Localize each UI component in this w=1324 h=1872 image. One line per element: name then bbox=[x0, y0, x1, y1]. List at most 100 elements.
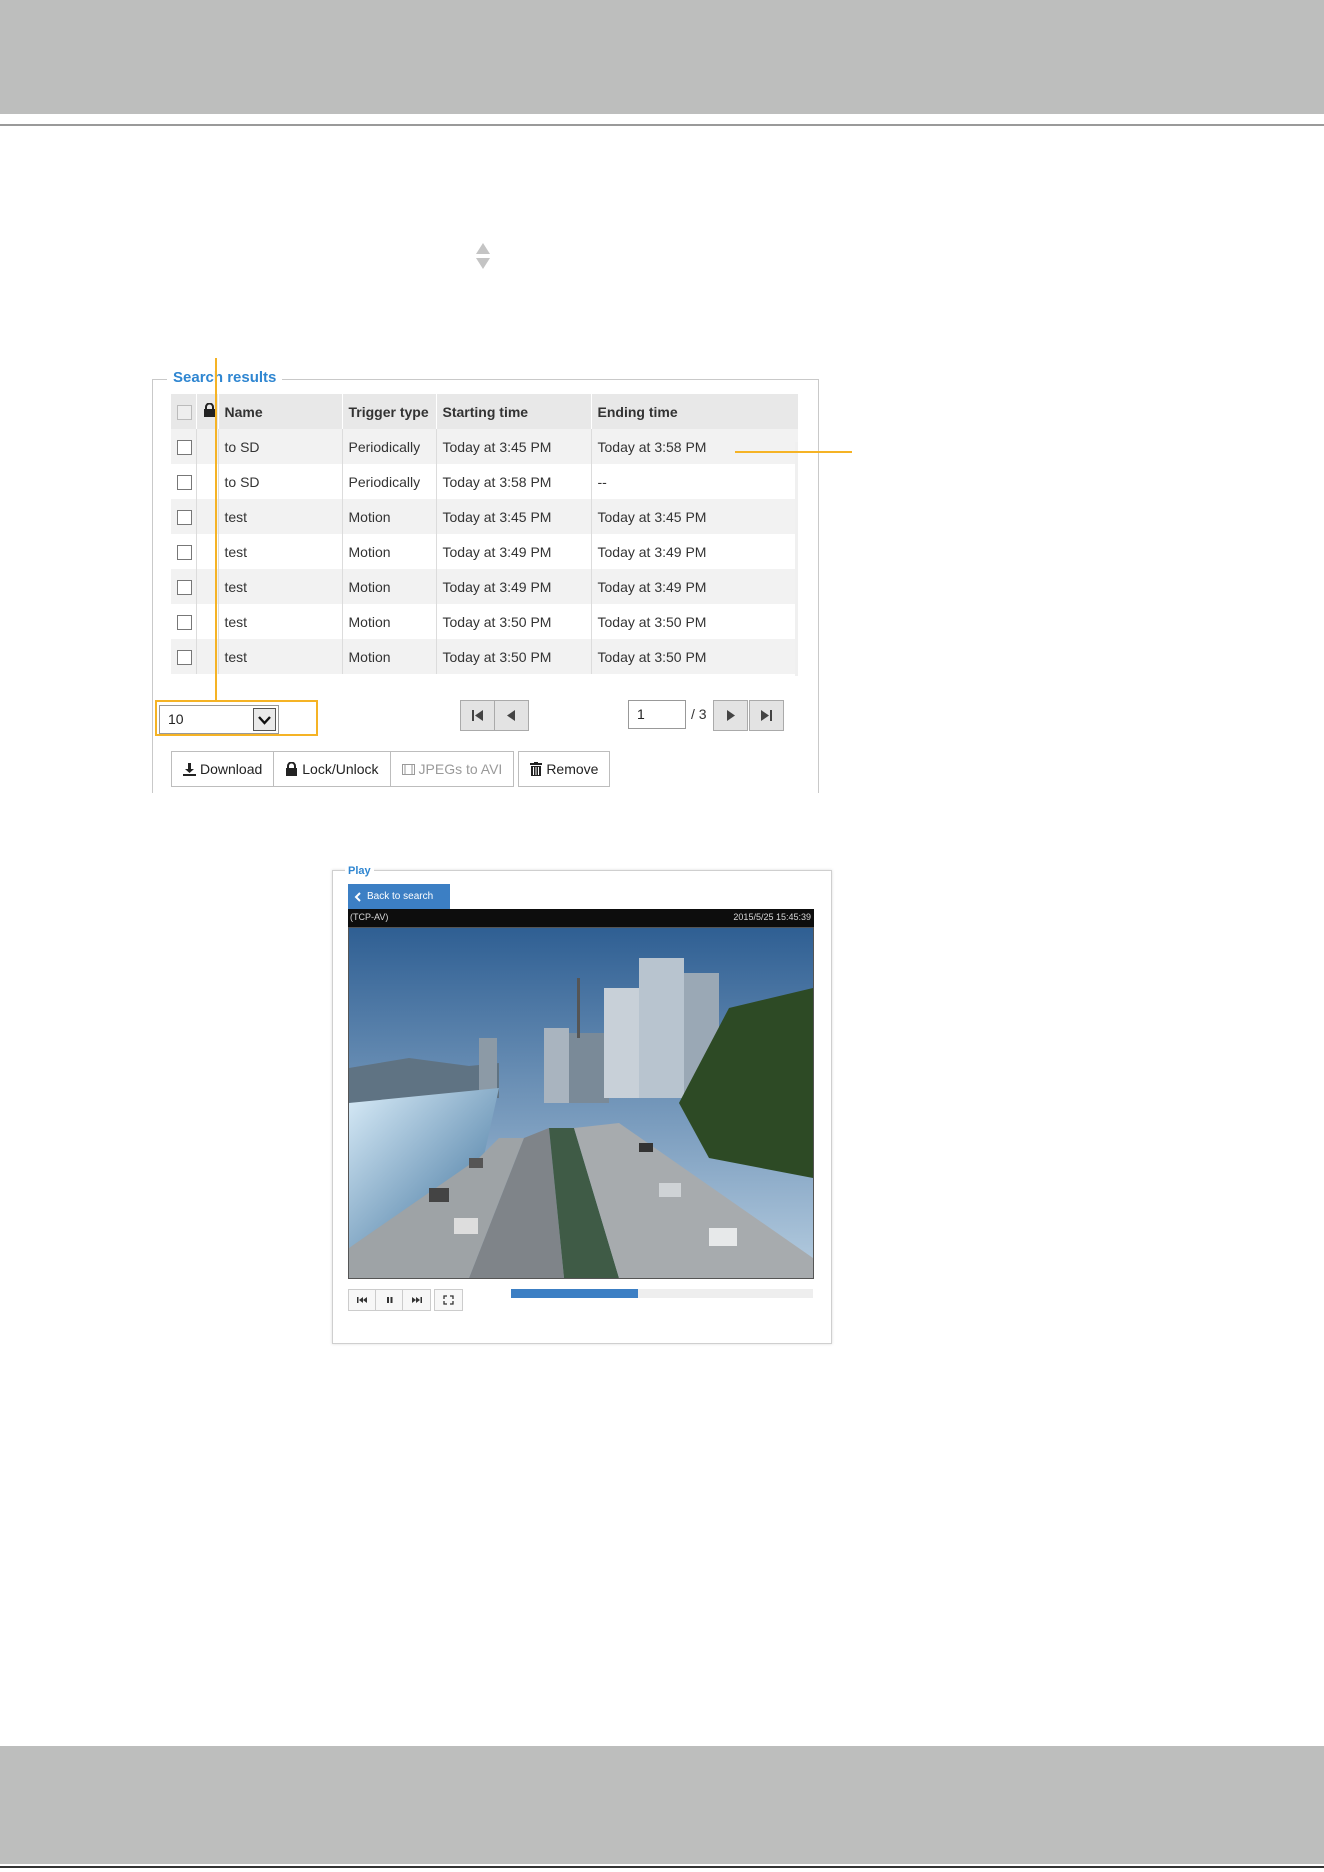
annotation-line-page-size bbox=[215, 358, 217, 700]
row-name: test bbox=[218, 499, 343, 534]
row-checkbox-cell[interactable] bbox=[171, 569, 197, 604]
row-ending-time: Today at 3:50 PM bbox=[591, 604, 798, 639]
row-starting-time: Today at 3:45 PM bbox=[436, 499, 592, 534]
video-timestamp: 2015/5/25 15:45:39 bbox=[733, 912, 811, 922]
fullscreen-button[interactable] bbox=[434, 1289, 463, 1311]
row-starting-time: Today at 3:45 PM bbox=[436, 429, 592, 464]
row-checkbox-cell[interactable] bbox=[171, 499, 197, 534]
table-row[interactable]: to SD Periodically Today at 3:58 PM -- bbox=[171, 464, 798, 499]
row-trigger-type: Motion bbox=[342, 569, 437, 604]
last-page-button[interactable] bbox=[749, 700, 784, 731]
lock-icon bbox=[203, 402, 215, 417]
row-checkbox-cell[interactable] bbox=[171, 464, 197, 499]
select-all-checkbox[interactable] bbox=[177, 404, 192, 420]
play-panel: Play Back to search (TCP-AV) 2015/5/25 1… bbox=[332, 865, 832, 1344]
column-header-ending-time[interactable]: Ending time bbox=[591, 394, 798, 429]
row-trigger-type: Motion bbox=[342, 604, 437, 639]
footer-band bbox=[0, 1746, 1324, 1864]
first-page-button[interactable] bbox=[460, 700, 495, 731]
header-band bbox=[0, 0, 1324, 114]
row-checkbox-cell[interactable] bbox=[171, 534, 197, 569]
annotation-highlight-page-size bbox=[155, 700, 318, 736]
row-trigger-type: Motion bbox=[342, 639, 437, 674]
table-row[interactable]: to SD Periodically Today at 3:45 PM Toda… bbox=[171, 429, 798, 464]
row-starting-time: Today at 3:50 PM bbox=[436, 639, 592, 674]
page-number-input[interactable]: 1 bbox=[628, 700, 686, 729]
playback-progress-bar[interactable] bbox=[511, 1289, 813, 1298]
play-legend: Play bbox=[345, 865, 374, 877]
search-results-legend: Search results bbox=[167, 369, 283, 386]
previous-page-icon bbox=[507, 710, 515, 721]
annotation-line-scrollbar bbox=[735, 451, 852, 453]
remove-label: Remove bbox=[546, 761, 599, 777]
row-trigger-type: Motion bbox=[342, 499, 437, 534]
table-row[interactable]: test Motion Today at 3:50 PM Today at 3:… bbox=[171, 604, 798, 639]
pause-button[interactable] bbox=[375, 1289, 404, 1311]
row-name: test bbox=[218, 569, 343, 604]
download-button[interactable]: Download bbox=[171, 751, 275, 787]
lock-unlock-label: Lock/Unlock bbox=[302, 761, 379, 777]
jpegs-to-avi-label: JPEGs to AVI bbox=[418, 761, 503, 777]
row-checkbox[interactable] bbox=[177, 579, 192, 595]
column-header-name[interactable]: Name bbox=[218, 394, 343, 429]
row-checkbox[interactable] bbox=[177, 544, 192, 560]
last-page-icon bbox=[761, 710, 772, 721]
row-checkbox[interactable] bbox=[177, 649, 192, 665]
back-to-search-button[interactable]: Back to search bbox=[348, 884, 450, 909]
results-scrollbar[interactable] bbox=[795, 442, 798, 676]
row-checkbox[interactable] bbox=[177, 439, 192, 455]
trash-icon bbox=[530, 762, 543, 776]
column-header-starting-time[interactable]: Starting time bbox=[436, 394, 592, 429]
next-page-button[interactable] bbox=[713, 700, 748, 731]
row-ending-time: Today at 3:49 PM bbox=[591, 569, 798, 604]
select-all-header[interactable] bbox=[171, 394, 197, 429]
film-icon bbox=[401, 763, 415, 775]
row-checkbox-cell[interactable] bbox=[171, 429, 197, 464]
table-header-row: Name Trigger type Starting time Ending t… bbox=[171, 394, 798, 429]
previous-page-button[interactable] bbox=[494, 700, 529, 731]
row-checkbox[interactable] bbox=[177, 614, 192, 630]
chevron-left-icon bbox=[354, 891, 361, 902]
row-name: test bbox=[218, 604, 343, 639]
skip-forward-icon bbox=[412, 1297, 422, 1303]
row-ending-time: Today at 3:45 PM bbox=[591, 499, 798, 534]
stream-label: (TCP-AV) bbox=[350, 912, 389, 922]
row-name: test bbox=[218, 639, 343, 674]
row-ending-time: Today at 3:49 PM bbox=[591, 534, 798, 569]
row-checkbox[interactable] bbox=[177, 509, 192, 525]
first-page-icon bbox=[472, 710, 483, 721]
skip-forward-button[interactable] bbox=[402, 1289, 431, 1311]
table-row[interactable]: test Motion Today at 3:49 PM Today at 3:… bbox=[171, 534, 798, 569]
video-header: (TCP-AV) 2015/5/25 15:45:39 bbox=[348, 909, 814, 927]
pause-icon bbox=[387, 1297, 393, 1303]
row-ending-time: Today at 3:50 PM bbox=[591, 639, 798, 674]
row-checkbox[interactable] bbox=[177, 474, 192, 490]
row-name: test bbox=[218, 534, 343, 569]
row-starting-time: Today at 3:50 PM bbox=[436, 604, 592, 639]
footer-rule bbox=[0, 1866, 1324, 1868]
remove-button[interactable]: Remove bbox=[518, 751, 611, 787]
table-row[interactable]: test Motion Today at 3:45 PM Today at 3:… bbox=[171, 499, 798, 534]
row-name: to SD bbox=[218, 464, 343, 499]
next-page-icon bbox=[727, 710, 735, 721]
sort-arrows-icon bbox=[476, 243, 490, 269]
video-frame-image bbox=[349, 928, 813, 1278]
row-name: to SD bbox=[218, 429, 343, 464]
total-pages-label: / 3 bbox=[691, 706, 707, 722]
skip-back-button[interactable] bbox=[348, 1289, 377, 1311]
column-header-trigger-type[interactable]: Trigger type bbox=[342, 394, 437, 429]
video-player[interactable] bbox=[348, 927, 814, 1279]
row-starting-time: Today at 3:49 PM bbox=[436, 534, 592, 569]
table-row[interactable]: test Motion Today at 3:50 PM Today at 3:… bbox=[171, 639, 798, 674]
results-grid: Name Trigger type Starting time Ending t… bbox=[171, 394, 798, 676]
row-trigger-type: Periodically bbox=[342, 429, 437, 464]
table-row[interactable]: test Motion Today at 3:49 PM Today at 3:… bbox=[171, 569, 798, 604]
back-to-search-label: Back to search bbox=[367, 891, 434, 902]
row-checkbox-cell[interactable] bbox=[171, 604, 197, 639]
row-starting-time: Today at 3:58 PM bbox=[436, 464, 592, 499]
action-buttons: Download Lock/Unlock JPEGs to AVI Remove bbox=[171, 751, 611, 787]
row-checkbox-cell[interactable] bbox=[171, 639, 197, 674]
results-table: Name Trigger type Starting time Ending t… bbox=[171, 394, 798, 674]
lock-unlock-button[interactable]: Lock/Unlock bbox=[273, 751, 391, 787]
jpegs-to-avi-button[interactable]: JPEGs to AVI bbox=[389, 751, 515, 787]
